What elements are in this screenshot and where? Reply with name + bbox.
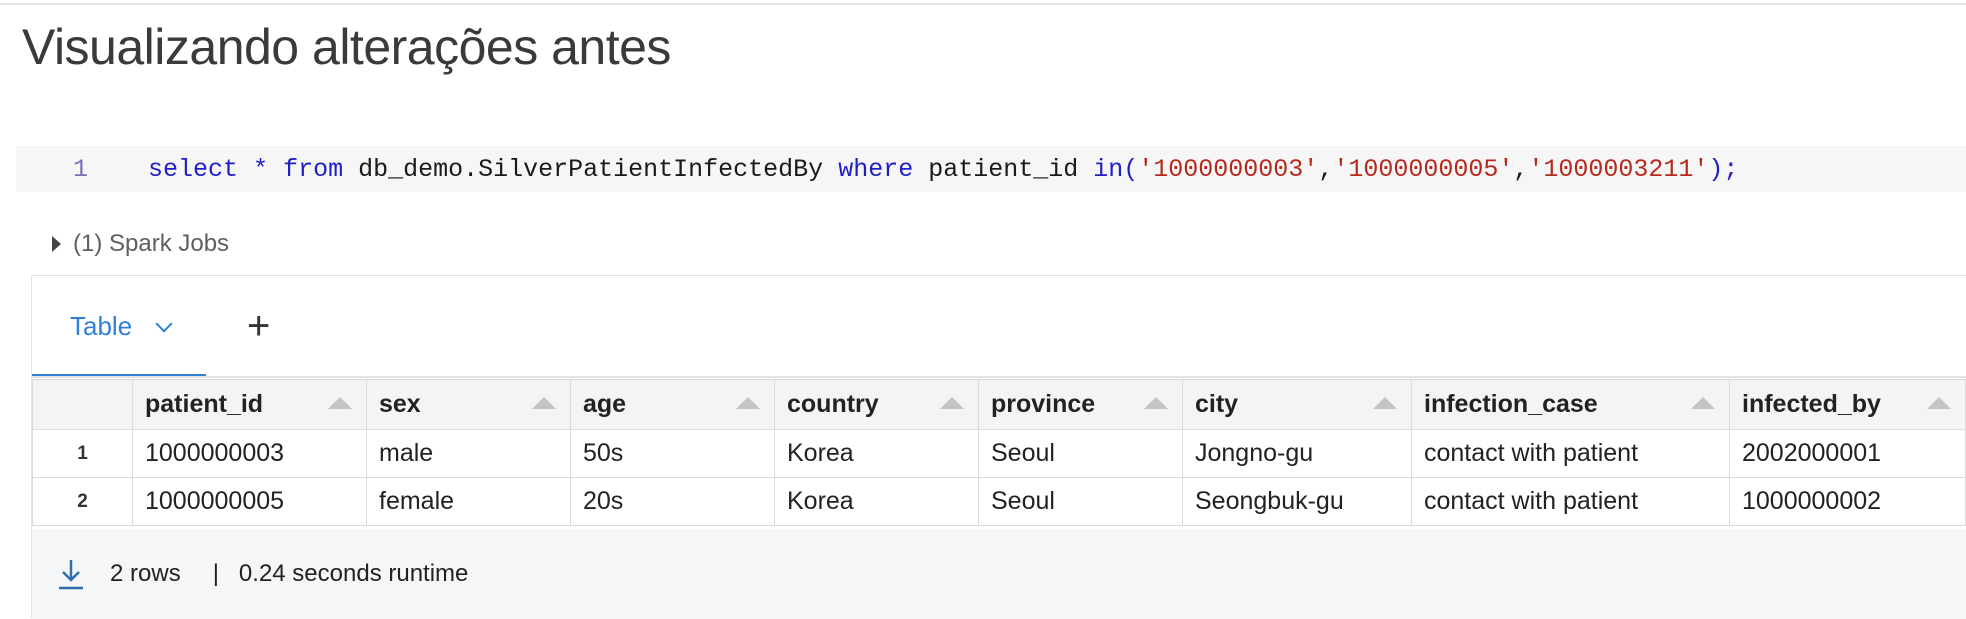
code-cell[interactable]: 1 select * from db_demo.SilverPatientInf… [16,146,1966,192]
column-header-infection-case[interactable]: infection_case [1411,379,1730,430]
keyword: where [838,154,914,184]
table-cell[interactable]: Jongno-gu [1182,429,1412,478]
table-cell[interactable]: 20s [570,477,775,526]
column-header-city[interactable]: city [1182,379,1412,430]
column-header-province[interactable]: province [978,379,1183,430]
sort-up-icon[interactable] [532,397,556,409]
keyword: select [148,154,239,184]
table-cell[interactable]: male [366,429,571,478]
table-cell[interactable]: 2002000001 [1729,429,1966,478]
sort-up-icon[interactable] [1144,397,1168,409]
table-row[interactable]: 1 1000000003 male 50s Korea Seoul Jongno… [32,429,1966,478]
plus-icon[interactable]: + [247,296,270,356]
table-name: db_demo.SilverPatientInfectedBy [358,154,824,184]
result-tabs: Table + [32,276,1966,378]
row-number: 1 [32,429,133,478]
string-literal: '1000000003' [1138,154,1319,184]
row-number-header [32,379,133,430]
table-cell[interactable]: Korea [774,477,979,526]
keyword: in( [1093,154,1139,184]
row-number: 2 [32,477,133,526]
row-count: 2 rows [110,560,181,587]
tab-table-label: Table [70,311,133,341]
table-cell[interactable]: 1000000002 [1729,477,1966,526]
keyword: from [283,154,344,184]
column-header-patient-id[interactable]: patient_id [132,379,367,430]
table-cell[interactable]: 1000000003 [132,429,367,478]
tab-table[interactable]: Table [32,276,206,378]
table-cell[interactable]: Seongbuk-gu [1182,477,1412,526]
runtime: 0.24 seconds runtime [238,560,469,587]
sort-up-icon[interactable] [736,397,760,409]
column-header-country[interactable]: country [774,379,979,430]
sort-up-icon[interactable] [1927,397,1951,409]
comma: , [1513,154,1529,184]
table-row[interactable]: 2 1000000005 female 20s Korea Seoul Seon… [32,477,1966,526]
string-literal: '1000000005' [1333,154,1514,184]
sort-up-icon[interactable] [328,397,352,409]
string-literal: '1000003211' [1528,154,1709,184]
divider [32,376,1966,378]
column-header-age[interactable]: age [570,379,775,430]
top-border [0,0,1966,5]
sql-query[interactable]: select * from db_demo.SilverPatientInfec… [88,155,1738,184]
star-token: * [253,154,269,184]
results-panel: Table + patient_id sex age country provi… [31,275,1966,619]
table-cell[interactable]: Seoul [978,477,1183,526]
chevron-down-icon[interactable] [155,315,173,332]
separator: | [212,560,219,587]
results-footer: 2 rows | 0.24 seconds runtime [32,529,1966,619]
download-icon[interactable] [57,557,85,591]
sort-up-icon[interactable] [940,397,964,409]
table-cell[interactable]: Korea [774,429,979,478]
table-cell[interactable]: Seoul [978,429,1183,478]
spark-jobs-toggle[interactable]: (1) Spark Jobs [52,230,229,258]
table-cell[interactable]: 1000000005 [132,477,367,526]
close-paren: ); [1708,154,1739,184]
table-cell[interactable]: contact with patient [1411,477,1730,526]
line-number: 1 [72,154,88,184]
spark-jobs-label: (1) Spark Jobs [73,230,230,257]
table-cell[interactable]: contact with patient [1411,429,1730,478]
page-title: Visualizando alterações antes [22,19,671,75]
table-cell[interactable]: female [366,477,571,526]
column-name: patient_id [928,154,1079,184]
table-cell[interactable]: 50s [570,429,775,478]
sort-up-icon[interactable] [1691,397,1715,409]
caret-right-icon [52,236,61,252]
header-row: patient_id sex age country province city… [32,379,1966,430]
results-table: patient_id sex age country province city… [32,379,1966,526]
comma: , [1318,154,1334,184]
column-header-infected-by[interactable]: infected_by [1729,379,1966,430]
column-header-sex[interactable]: sex [366,379,571,430]
sort-up-icon[interactable] [1373,397,1397,409]
